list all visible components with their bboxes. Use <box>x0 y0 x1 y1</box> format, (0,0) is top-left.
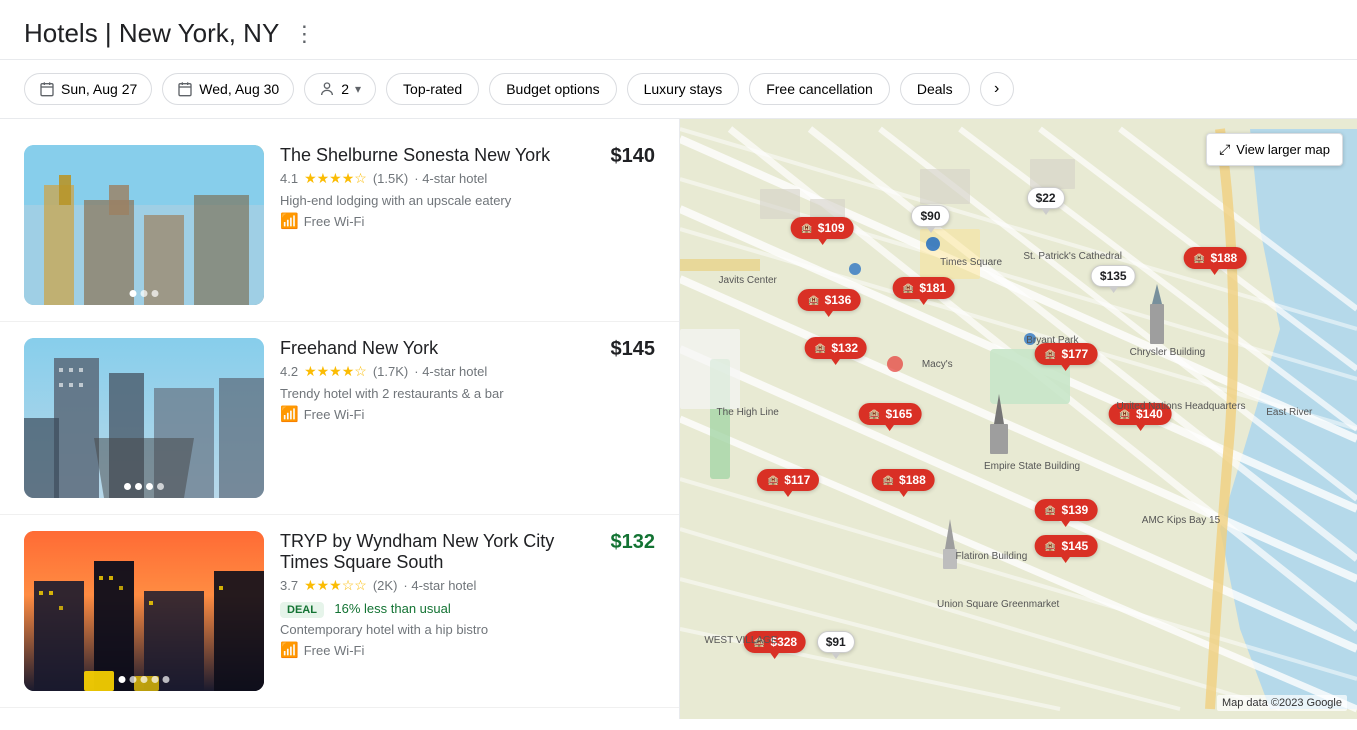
wifi-label: Free Wi-Fi <box>304 407 365 422</box>
page-header: Hotels | New York, NY ⋮ <box>0 0 1357 60</box>
view-larger-map-button[interactable]: ⤢ View larger map <box>1206 133 1343 166</box>
image-dot-5[interactable] <box>163 676 170 683</box>
guests-count: 2 <box>341 81 349 97</box>
image-dot-1[interactable] <box>119 676 126 683</box>
hotel-list: The Shelburne Sonesta New York 4.1 ★★★★☆… <box>0 119 680 719</box>
image-dot-3[interactable] <box>152 290 159 297</box>
filter-button[interactable]: Deals <box>900 73 970 105</box>
hotel-info: Freehand New York 4.2 ★★★★☆ (1.7K) · 4-s… <box>264 338 611 498</box>
more-options-button[interactable]: ⋮ <box>293 21 315 47</box>
hotel-price: $145 <box>611 338 656 498</box>
filters-row: Sun, Aug 27 Wed, Aug 30 2 ▾ Top-rated Bud… <box>0 60 1357 119</box>
filter-button[interactable]: Free cancellation <box>749 73 890 105</box>
hotel-name: TRYP by Wyndham New York City Times Squa… <box>280 531 595 573</box>
image-dot-2[interactable] <box>135 483 142 490</box>
wifi-icon: 📶 <box>280 405 299 423</box>
filter-buttons-container: Top-rated Budget options Luxury stays Free … <box>386 73 970 105</box>
review-count: (2K) <box>373 578 398 593</box>
hotel-price: $140 <box>611 145 656 305</box>
star-rating: ★★★★☆ <box>304 363 367 380</box>
rating-number: 3.7 <box>280 578 298 593</box>
filter-button[interactable]: Budget options <box>489 73 616 105</box>
hotel-image-svg <box>24 145 264 305</box>
wifi-label: Free Wi-Fi <box>304 214 365 229</box>
image-dot-4[interactable] <box>152 676 159 683</box>
review-count: (1.7K) <box>373 364 408 379</box>
price-value: $145 <box>611 338 656 360</box>
checkin-date-chip[interactable]: Sun, Aug 27 <box>24 73 152 105</box>
view-larger-map-label: View larger map <box>1236 142 1330 157</box>
deal-badge: DEAL <box>280 602 324 618</box>
hotel-image-svg <box>24 531 264 691</box>
deal-row: DEAL 16% less than usual <box>280 600 595 618</box>
deal-text: 16% less than usual <box>334 601 450 616</box>
hotel-image-2 <box>24 338 264 498</box>
hotel-description: Trendy hotel with 2 restaurants & a bar <box>280 386 595 401</box>
expand-icon: ⤢ <box>1219 141 1230 158</box>
price-value: $140 <box>611 145 656 167</box>
star-category: · 4-star hotel <box>414 364 487 379</box>
image-dot-4[interactable] <box>157 483 164 490</box>
hotel-card[interactable]: TRYP by Wyndham New York City Times Squa… <box>0 515 679 708</box>
hotel-image-svg <box>24 338 264 498</box>
hotel-name: Freehand New York <box>280 338 595 359</box>
filters-next-button[interactable]: › <box>980 72 1014 106</box>
amenities-row: 📶 Free Wi-Fi <box>280 641 595 659</box>
map-copyright: Map data ©2023 Google <box>1217 695 1347 711</box>
image-dot-1[interactable] <box>124 483 131 490</box>
image-dot-2[interactable] <box>141 290 148 297</box>
star-category: · 4-star hotel <box>403 578 476 593</box>
wifi-icon: 📶 <box>280 212 299 230</box>
image-dot-3[interactable] <box>146 483 153 490</box>
image-dot-2[interactable] <box>130 676 137 683</box>
star-category: · 4-star hotel <box>414 171 487 186</box>
hotel-image-1 <box>24 145 264 305</box>
hotel-description: High-end lodging with an upscale eatery <box>280 193 595 208</box>
map-svg <box>680 119 1357 719</box>
calendar-icon-2 <box>177 81 193 97</box>
hotel-info: The Shelburne Sonesta New York 4.1 ★★★★☆… <box>264 145 611 305</box>
hotel-name: The Shelburne Sonesta New York <box>280 145 595 166</box>
hotel-card[interactable]: The Shelburne Sonesta New York 4.1 ★★★★☆… <box>0 129 679 322</box>
rating-number: 4.2 <box>280 364 298 379</box>
page-title: Hotels | New York, NY <box>24 18 279 49</box>
hotel-card[interactable]: Freehand New York 4.2 ★★★★☆ (1.7K) · 4-s… <box>0 322 679 515</box>
price-value: $132 <box>611 531 656 553</box>
hotel-rating-row: 3.7 ★★★☆☆ (2K) · 4-star hotel <box>280 577 595 594</box>
wifi-icon: 📶 <box>280 641 299 659</box>
checkin-date-label: Sun, Aug 27 <box>61 81 137 97</box>
checkout-date-label: Wed, Aug 30 <box>199 81 279 97</box>
guests-chip[interactable]: 2 ▾ <box>304 73 376 105</box>
calendar-icon <box>39 81 55 97</box>
star-rating: ★★★☆☆ <box>304 577 367 594</box>
hotel-rating-row: 4.2 ★★★★☆ (1.7K) · 4-star hotel <box>280 363 595 380</box>
chevron-down-icon: ▾ <box>355 82 361 96</box>
checkout-date-chip[interactable]: Wed, Aug 30 <box>162 73 294 105</box>
wifi-label: Free Wi-Fi <box>304 643 365 658</box>
image-dot-1[interactable] <box>130 290 137 297</box>
hotel-info: TRYP by Wyndham New York City Times Squa… <box>264 531 611 691</box>
amenities-row: 📶 Free Wi-Fi <box>280 405 595 423</box>
rating-number: 4.1 <box>280 171 298 186</box>
hotel-description: Contemporary hotel with a hip bistro <box>280 622 595 637</box>
review-count: (1.5K) <box>373 171 408 186</box>
filter-button[interactable]: Luxury stays <box>627 73 740 105</box>
hotel-price: $132 <box>611 531 656 691</box>
amenities-row: 📶 Free Wi-Fi <box>280 212 595 230</box>
person-icon <box>319 81 335 97</box>
filter-button[interactable]: Top-rated <box>386 73 479 105</box>
image-dot-3[interactable] <box>141 676 148 683</box>
main-content: The Shelburne Sonesta New York 4.1 ★★★★☆… <box>0 119 1357 719</box>
hotel-rating-row: 4.1 ★★★★☆ (1.5K) · 4-star hotel <box>280 170 595 187</box>
star-rating: ★★★★☆ <box>304 170 367 187</box>
map-area[interactable]: 🏨$109$90$22🏨$188$135🏨$136🏨$181🏨$132🏨$177… <box>680 119 1357 719</box>
hotel-image-3 <box>24 531 264 691</box>
